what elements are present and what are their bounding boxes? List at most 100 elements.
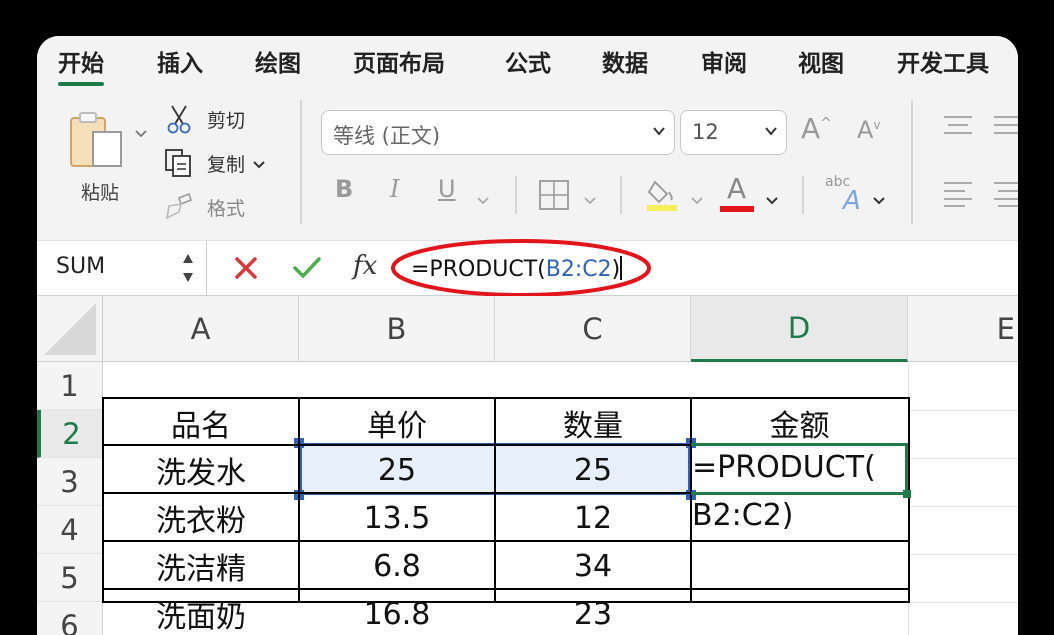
borders-chevron-down-icon[interactable] [584,190,596,209]
paste-icon[interactable] [69,110,129,174]
fill-color-chevron-down-icon[interactable] [691,190,703,209]
copy-label: 复制 [207,153,246,176]
font-color-chevron-down-icon[interactable] [766,190,778,209]
format-label: 格式 [207,197,246,220]
tab-data[interactable]: 数据 [602,44,648,78]
fill-handle[interactable] [903,490,911,498]
tab-formulas[interactable]: 公式 [505,44,551,78]
cell-b3[interactable]: 13.5 [299,494,495,542]
row-header-6[interactable]: 6 [37,602,103,635]
italic-button[interactable]: I [390,175,399,203]
copy-button[interactable]: 复制 [163,148,265,178]
font-color-button[interactable]: A [720,172,754,212]
name-box[interactable]: SUM [37,241,207,296]
gridline [908,410,1018,411]
copy-chevron-down-icon[interactable] [253,154,265,173]
column-header-e[interactable]: E [908,296,1018,362]
borders-icon[interactable] [539,180,569,214]
cell-a3[interactable]: 洗衣粉 [103,494,299,542]
enter-check-icon[interactable] [292,254,322,282]
cut-button[interactable]: 剪切 [163,104,245,134]
cell-b2[interactable]: 25 [299,446,495,494]
font-name-value: 等线 (正文) [333,124,441,148]
cell-a5[interactable]: 洗面奶 [103,590,299,635]
gridline [908,506,1018,507]
cell-c4[interactable]: 34 [495,542,691,590]
formula-bar: SUM fx =PRODUCT(B2:C2) [37,239,1018,297]
cell-c1[interactable]: 数量 [495,400,691,446]
format-painter-icon [163,192,195,222]
row-header-4[interactable]: 4 [37,506,103,554]
insert-function-icon[interactable]: fx [353,251,377,281]
tab-home[interactable]: 开始 [58,44,104,86]
row-header-2[interactable]: 2 [37,410,103,458]
column-header-c[interactable]: C [495,296,691,362]
cell-b4[interactable]: 6.8 [299,542,495,590]
cell-a1[interactable]: 品名 [103,400,299,446]
cell-d2-edit-line-1: =PRODUCT( [692,450,876,485]
cell-c2[interactable]: 25 [495,446,691,494]
bold-button[interactable]: B [335,175,353,203]
align-middle-icon[interactable] [993,114,1018,142]
column-header-b[interactable]: B [299,296,495,362]
select-all-corner[interactable] [37,296,103,362]
paste-label: 粘贴 [81,182,120,204]
font-size-value: 12 [692,120,719,144]
phonetic-chevron-down-icon[interactable] [873,190,885,209]
cell-c5[interactable]: 23 [495,590,691,635]
scissors-icon [163,104,195,134]
font-name-dropdown[interactable]: 等线 (正文) [321,110,675,155]
row-header-5[interactable]: 5 [37,554,103,602]
fill-color-icon[interactable] [645,176,679,216]
tab-view[interactable]: 视图 [798,44,844,78]
row-header-3[interactable]: 3 [37,458,103,506]
tab-page-layout[interactable]: 页面布局 [353,44,445,78]
row-header-1[interactable]: 1 [37,362,103,410]
underline-button[interactable]: U [438,175,456,203]
tab-insert[interactable]: 插入 [157,44,203,78]
font-color-letter: A [727,172,747,205]
cell-b1[interactable]: 单价 [299,400,495,446]
excel-window: 开始 插入 绘图 页面布局 公式 数据 审阅 视图 开发工具 粘贴 剪切 复制 … [37,36,1018,635]
gridline [908,362,909,635]
shrink-font-letter: A [857,116,874,144]
align-left-icon[interactable] [943,180,973,212]
phonetic-guide-button[interactable]: abc A [825,174,865,216]
copy-icon [163,148,195,178]
tab-draw[interactable]: 绘图 [255,44,301,78]
grow-font-letter: A [801,112,821,145]
cut-label: 剪切 [207,109,246,132]
paste-chevron-down-icon[interactable] [135,126,147,142]
tab-developer[interactable]: 开发工具 [897,44,989,78]
cell-a2[interactable]: 洗发水 [103,446,299,494]
increase-font-size-button[interactable]: A^ [801,112,832,145]
cancel-icon[interactable] [232,254,260,282]
cell-d2-edit-line-2: B2:C2) [692,498,794,533]
chevron-down-icon [652,123,666,137]
ribbon-divider [911,100,913,224]
cell-a4[interactable]: 洗洁精 [103,542,299,590]
cell-b5[interactable]: 16.8 [299,590,495,635]
gridline [908,458,1018,459]
tab-review[interactable]: 审阅 [701,44,747,78]
chevron-down-icon [764,123,778,137]
ribbon-divider [620,176,622,214]
decrease-font-size-button[interactable]: Av [857,116,881,144]
font-size-dropdown[interactable]: 12 [680,110,787,155]
cell-c3[interactable]: 12 [495,494,691,542]
format-painter-button[interactable]: 格式 [163,192,245,222]
cell-d4[interactable] [691,542,908,590]
align-top-icon[interactable] [943,114,973,142]
phonetic-a-letter: A [843,186,861,216]
name-box-stepper-icon[interactable] [182,251,194,285]
gridline [908,554,1018,555]
column-header-d[interactable]: D [691,296,908,362]
red-highlight-ellipse [391,239,651,297]
align-center-icon[interactable] [993,180,1018,212]
worksheet-grid: A B C D E 1 2 3 4 5 6 品名 单价 数量 金额 洗发水 25… [37,296,1018,635]
underline-chevron-down-icon[interactable] [477,190,489,209]
ribbon-divider [515,176,517,214]
cell-d1[interactable]: 金额 [691,400,908,446]
cell-d5[interactable] [691,590,908,635]
column-header-a[interactable]: A [103,296,299,362]
